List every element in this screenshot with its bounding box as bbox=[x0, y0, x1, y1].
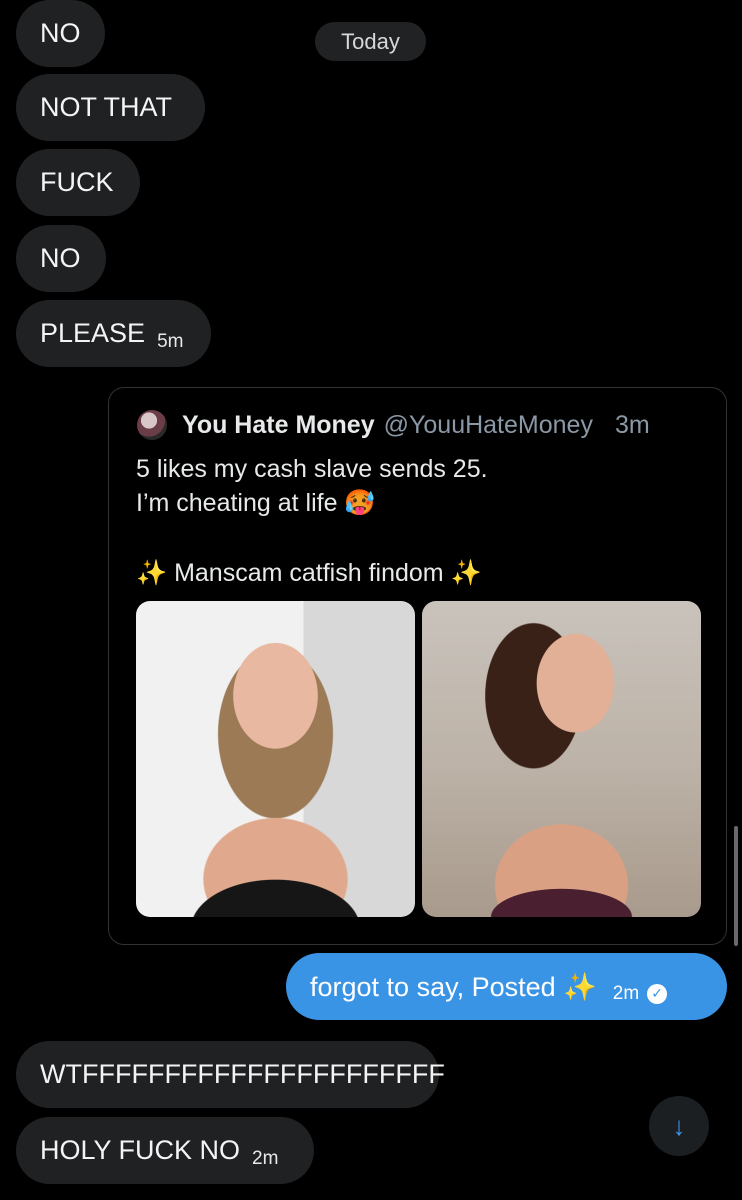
author-handle: @YouuHateMoney bbox=[383, 410, 593, 439]
message-bubble[interactable]: PLEASE 5m bbox=[16, 300, 211, 367]
post-text-line: I’m cheating at life 🥵 bbox=[136, 489, 376, 517]
message-text: PLEASE bbox=[40, 318, 146, 348]
quoted-post-header: You Hate Money @YouuHateMoney 3m bbox=[137, 410, 650, 440]
message-bubble[interactable]: FUCK bbox=[16, 149, 140, 216]
quoted-post-text: 5 likes my cash slave sends 25. I’m chea… bbox=[136, 452, 488, 590]
message-text: FUCK bbox=[40, 167, 114, 197]
message-text: forgot to say, Posted ✨ bbox=[310, 971, 597, 1002]
message-timestamp: 5m bbox=[157, 330, 184, 352]
author-display-name: You Hate Money bbox=[182, 410, 375, 439]
date-separator: Today bbox=[315, 22, 426, 61]
post-media-image-1[interactable] bbox=[136, 601, 415, 917]
post-text-line: ✨ Manscam catfish findom ✨ bbox=[136, 559, 482, 587]
message-text: NO bbox=[40, 243, 81, 273]
message-text: NOT THAT bbox=[40, 92, 173, 122]
scrollbar[interactable] bbox=[734, 826, 738, 946]
read-check-icon: ✓ bbox=[647, 983, 668, 1004]
arrow-down-icon: ↓ bbox=[672, 1110, 686, 1141]
quoted-post-card[interactable]: You Hate Money @YouuHateMoney 3m 5 likes… bbox=[108, 387, 727, 945]
profile-avatar-icon[interactable] bbox=[137, 410, 167, 440]
post-media-image-2[interactable] bbox=[422, 601, 701, 917]
message-text: NO bbox=[40, 18, 81, 48]
message-bubble[interactable]: NOT THAT bbox=[16, 74, 205, 141]
message-bubble[interactable]: WTFFFFFFFFFFFFFFFFFFFFFF bbox=[16, 1041, 445, 1108]
scroll-to-bottom-button[interactable]: ↓ bbox=[649, 1096, 709, 1156]
message-timestamp: 2m bbox=[612, 982, 640, 1004]
message-text: HOLY FUCK NO bbox=[40, 1135, 241, 1165]
post-text-line: 5 likes my cash slave sends 25. bbox=[136, 455, 488, 483]
message-bubble[interactable]: NO bbox=[16, 225, 106, 292]
outgoing-message-bubble[interactable]: forgot to say, Posted ✨ 2m ✓ bbox=[286, 953, 727, 1020]
message-bubble[interactable]: NO bbox=[16, 0, 105, 67]
post-timestamp: 3m bbox=[614, 410, 650, 439]
message-text: WTFFFFFFFFFFFFFFFFFFFFFF bbox=[40, 1059, 445, 1089]
message-bubble[interactable]: HOLY FUCK NO 2m bbox=[16, 1117, 314, 1184]
message-timestamp: 2m bbox=[252, 1147, 279, 1169]
